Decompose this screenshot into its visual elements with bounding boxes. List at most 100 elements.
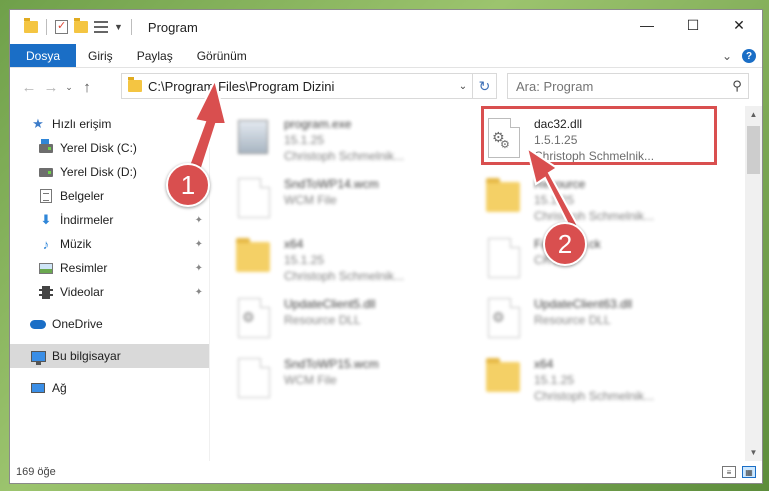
file-type: WCM File <box>284 373 337 387</box>
file-type: WCM File <box>284 193 337 207</box>
document-icon <box>482 236 526 280</box>
sidebar-item-label: Bu bilgisayar <box>52 349 121 363</box>
file-name: UpdateClient5.dll <box>284 297 376 311</box>
file-type: Resource DLL <box>534 313 611 327</box>
help-icon[interactable]: ? <box>742 49 756 63</box>
minimize-button[interactable]: — <box>624 10 670 40</box>
document-icon <box>232 176 276 220</box>
tab-file[interactable]: Dosya <box>10 44 77 67</box>
address-bar[interactable]: C:\Program Files\Program Dizini ⌄ ↻ <box>121 73 497 99</box>
tab-home[interactable]: Giriş <box>76 44 125 67</box>
file-name: SndToWP14.wcm <box>284 177 379 191</box>
window-controls: — ☐ ✕ <box>624 10 762 40</box>
sidebar-item-label: Yerel Disk (C:) <box>60 141 137 155</box>
sidebar-item-this-pc[interactable]: Bu bilgisayar <box>10 344 209 368</box>
list-item[interactable]: x64 15.1.25 Christoph Schmelnik... <box>232 228 472 288</box>
sidebar-item-quick-access[interactable]: ★ Hızlı erişim <box>10 112 209 136</box>
dll-icon: ⚙ <box>482 296 526 340</box>
network-icon <box>30 380 46 396</box>
explorer-window: ▼ Program — ☐ ✕ Dosya Giriş Paylaş Görün… <box>9 9 763 484</box>
back-arrow-icon[interactable]: ← <box>18 79 40 96</box>
chevron-down-icon[interactable]: ▼ <box>114 22 123 32</box>
sidebar-item-label: OneDrive <box>52 317 103 331</box>
document-icon <box>232 356 276 400</box>
search-input[interactable] <box>516 78 726 94</box>
file-version: 15.1.25 <box>284 253 325 267</box>
list-item[interactable]: x64 15.1.25 Christoph Schmelnik... <box>482 348 722 408</box>
address-path[interactable]: C:\Program Files\Program Dizini <box>148 79 454 94</box>
sidebar-item-downloads[interactable]: ⬇ İndirmeler ✦ <box>10 208 209 232</box>
scrollbar-thumb[interactable] <box>747 126 760 174</box>
file-highlight-box <box>481 106 717 165</box>
computer-icon <box>30 348 46 365</box>
pin-icon[interactable]: ✦ <box>195 239 203 250</box>
quick-access-toolbar: ▼ <box>10 18 134 35</box>
file-version: 15.1.25 <box>534 193 575 207</box>
expand-ribbon-icon[interactable]: ⌄ <box>722 49 732 63</box>
sidebar-item-label: Videolar <box>60 285 104 299</box>
list-item[interactable]: ⚙ UpdateClient63.dll Resource DLL <box>482 288 722 348</box>
pin-icon[interactable]: ✦ <box>195 287 203 298</box>
file-company: Christoph Schmelnik... <box>284 149 405 163</box>
details-view-icon[interactable]: ≡ <box>722 466 736 478</box>
file-version: 15.1.25 <box>534 373 575 387</box>
navigation-bar: ← → ⌄ ↑ C:\Program Files\Program Dizini … <box>10 68 762 106</box>
refresh-icon[interactable]: ↻ <box>472 74 496 98</box>
file-name: program.exe <box>284 117 352 131</box>
vertical-scrollbar[interactable]: ▲ ▼ <box>745 106 762 461</box>
music-icon: ♪ <box>42 236 50 252</box>
sidebar-item-label: İndirmeler <box>60 213 114 227</box>
pin-icon[interactable]: ✦ <box>195 215 203 226</box>
search-box[interactable]: ⚲ <box>507 73 749 99</box>
folder-icon <box>232 236 276 280</box>
documents-icon <box>38 188 54 204</box>
file-name: x64 <box>284 237 304 251</box>
chevron-down-icon[interactable]: ⌄ <box>454 81 472 92</box>
folder-icon[interactable] <box>24 18 38 33</box>
sidebar-item-network[interactable]: Ağ <box>10 376 209 400</box>
list-item[interactable]: SndToWP14.wcm WCM File <box>232 168 472 228</box>
list-item[interactable]: program.exe 15.1.25 Christoph Schmelnik.… <box>232 108 472 168</box>
navigation-pane: ★ Hızlı erişim Yerel Disk (C:) Yerel Dis… <box>10 106 210 461</box>
windows-drive-icon <box>38 138 54 156</box>
tiles-view-icon[interactable]: ▦ <box>742 466 756 478</box>
tab-share[interactable]: Paylaş <box>125 44 185 67</box>
list-item[interactable]: SndToWP15.wcm WCM File <box>232 348 472 408</box>
drive-icon <box>38 164 54 180</box>
file-company: Christoph Schmelnik... <box>284 269 405 283</box>
folder-icon <box>482 356 526 400</box>
sidebar-item-onedrive[interactable]: OneDrive <box>10 312 209 336</box>
sidebar-item-label: Resimler <box>60 261 108 275</box>
properties-icon[interactable] <box>55 19 68 34</box>
close-button[interactable]: ✕ <box>716 10 762 40</box>
file-type: Resource DLL <box>284 313 361 327</box>
ribbon-right-controls: ⌄ ? <box>722 44 756 68</box>
cloud-icon <box>30 316 46 332</box>
scroll-down-icon[interactable]: ▼ <box>745 444 762 461</box>
sidebar-item-label: Belgeler <box>60 189 105 203</box>
file-name: SndToWP15.wcm <box>284 357 379 371</box>
sidebar-item-videos[interactable]: Videolar ✦ <box>10 280 209 304</box>
up-arrow-icon[interactable]: ↑ <box>76 79 98 96</box>
list-item[interactable]: FaxSetup.ck CK File <box>482 228 722 288</box>
file-name: Resource <box>534 177 586 191</box>
sidebar-item-label: Müzik <box>60 237 92 251</box>
sidebar-item-music[interactable]: ♪ Müzik ✦ <box>10 232 209 256</box>
recent-locations-icon[interactable]: ⌄ <box>62 82 76 93</box>
list-item[interactable]: ⚙ UpdateClient5.dll Resource DLL <box>232 288 472 348</box>
downloads-icon: ⬇ <box>40 212 52 227</box>
new-folder-icon[interactable] <box>74 18 88 33</box>
forward-arrow-icon[interactable]: → <box>40 79 62 96</box>
list-item[interactable]: Resource 15.1.25 Christoph Schmelnik... <box>482 168 722 228</box>
maximize-button[interactable]: ☐ <box>670 10 716 40</box>
folder-icon <box>128 77 142 92</box>
tab-view[interactable]: Görünüm <box>185 44 259 67</box>
search-icon[interactable]: ⚲ <box>726 78 748 94</box>
scroll-up-icon[interactable]: ▲ <box>745 106 762 123</box>
customize-list-icon[interactable] <box>94 21 108 33</box>
sidebar-item-pictures[interactable]: Resimler ✦ <box>10 256 209 280</box>
pin-icon[interactable]: ✦ <box>195 263 203 274</box>
title-bar: ▼ Program — ☐ ✕ <box>10 10 762 44</box>
toolbar-separator <box>46 19 47 35</box>
sidebar-item-local-disk-c[interactable]: Yerel Disk (C:) <box>10 136 209 160</box>
